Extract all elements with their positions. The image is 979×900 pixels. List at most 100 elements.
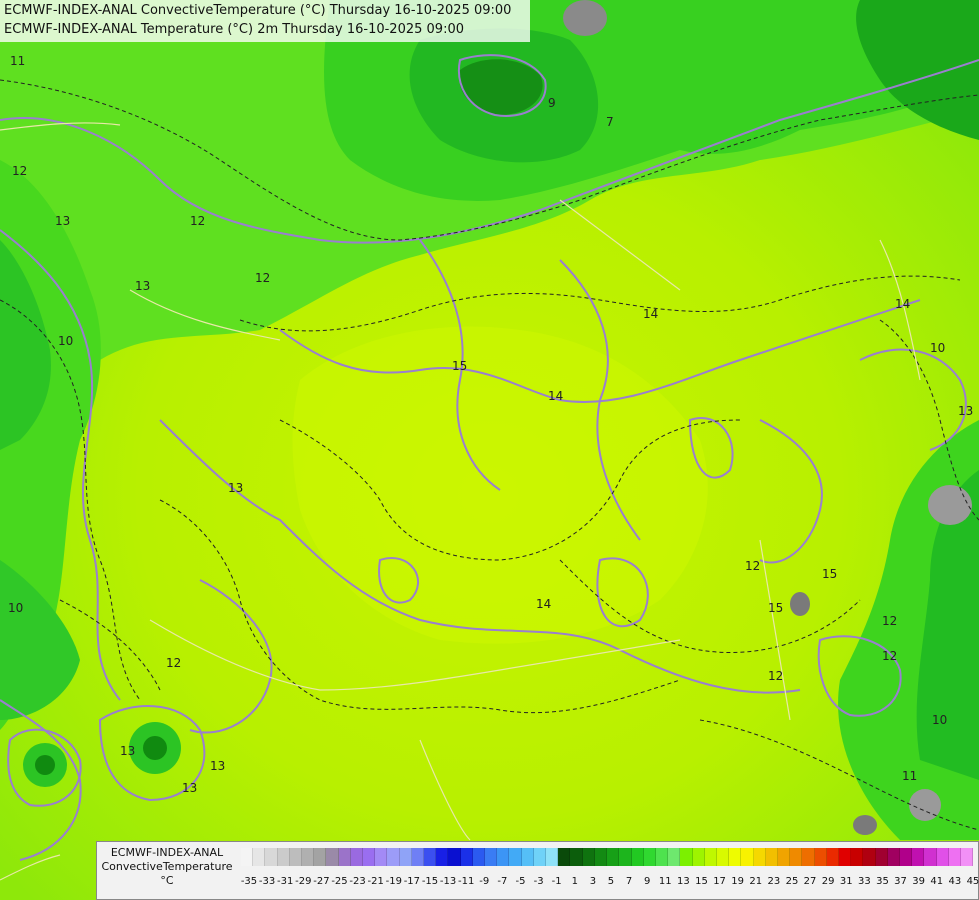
contour-label: 12 (190, 214, 205, 228)
legend-swatch (948, 848, 961, 866)
contour-label: 12 (12, 164, 27, 178)
legend-swatch (741, 848, 754, 866)
legend-swatch (814, 848, 827, 866)
legend-tick-label: 29 (821, 876, 835, 887)
legend-swatch (668, 848, 681, 866)
legend-swatch (765, 848, 778, 866)
legend-swatch (521, 848, 534, 866)
legend-swatch (302, 848, 315, 866)
contour-label: 14 (548, 389, 563, 403)
legend-tick-label: 5 (607, 876, 615, 887)
contour-label: 12 (882, 649, 897, 663)
legend-swatch (241, 848, 254, 866)
legend-swatch (777, 848, 791, 866)
legend-swatch (863, 848, 876, 866)
legend-ticks: -35 -33 -31 -29 -27 -25 -23 -21 -19 -17 -15 -13 -11-… (240, 876, 979, 890)
contour-label: 15 (452, 359, 467, 373)
legend-swatch (277, 848, 290, 866)
legend-swatch (472, 848, 486, 866)
legend-swatch (350, 848, 364, 866)
legend-tick-label: -13 (439, 876, 457, 887)
contour-label: 12 (166, 656, 181, 670)
legend-swatch (643, 848, 656, 866)
legend-swatch (790, 848, 803, 866)
contour-label: 14 (643, 307, 658, 321)
legend-tick-label: -7 (497, 876, 508, 887)
contour-label: 12 (882, 614, 897, 628)
contour-label: 15 (822, 567, 837, 581)
legend-swatch (692, 848, 705, 866)
contour-label: 13 (182, 781, 197, 795)
legend-swatch (338, 848, 351, 866)
legend-swatch (533, 848, 547, 866)
contour-label: 11 (10, 54, 25, 68)
legend-tick-label: 45 (966, 876, 979, 887)
legend-unit: °C (160, 874, 174, 887)
contour-label: 12 (255, 271, 270, 285)
contour-label: 13 (958, 404, 973, 418)
legend-swatch (582, 848, 595, 866)
legend-tick-label: 11 (658, 876, 672, 887)
peak-south (853, 815, 877, 835)
legend-swatch (619, 848, 632, 866)
legend-swatch (704, 848, 717, 866)
legend-swatch (399, 848, 412, 866)
weather-map[interactable]: 11 12 12 13 13 12 10 10 13 12 13 15 14 1… (0, 0, 979, 900)
legend-tick-label: 9 (643, 876, 651, 887)
legend-swatch (960, 848, 974, 866)
legend-swatch (594, 848, 608, 866)
legend-swatch (887, 848, 900, 866)
contour-label: 12 (768, 669, 783, 683)
legend-tick-label: 13 (676, 876, 690, 887)
legend-tick-label: -29 (295, 876, 312, 887)
legend-variable: ConvectiveTemperature (101, 860, 233, 873)
legend-swatch (546, 848, 559, 866)
legend-tick-label: 25 (785, 876, 799, 887)
legend-tick-label: -17 (403, 876, 421, 887)
legend-tick-label: -3 (533, 876, 544, 887)
legend-tick-label: 3 (589, 876, 597, 887)
legend-swatch (436, 848, 449, 866)
legend-swatch (326, 848, 339, 866)
legend-swatch (936, 848, 949, 866)
legend-swatch (826, 848, 839, 866)
legend-swatch (375, 848, 388, 866)
legend-swatch (289, 848, 303, 866)
contour-label: 13 (135, 279, 150, 293)
legend-swatch (680, 848, 693, 866)
contour-label: 7 (606, 115, 614, 129)
legend-tick-label: -1 (551, 876, 562, 887)
sw-cell-2-core (143, 736, 167, 760)
legend-swatch (924, 848, 937, 866)
title-line-1: ECMWF-INDEX-ANAL ConvectiveTemperature (… (4, 3, 512, 18)
contour-label: 14 (536, 597, 551, 611)
legend-swatch (411, 848, 425, 866)
contour-label: 13 (55, 214, 70, 228)
legend-swatch (899, 848, 913, 866)
legend-tick-label: -33 (258, 876, 276, 887)
legend-swatch (802, 848, 815, 866)
contour-label: 15 (768, 601, 783, 615)
legend-tick-label: -35 (240, 876, 258, 887)
legend-tick-label: 17 (713, 876, 726, 887)
legend-swatch (509, 848, 522, 866)
contour-label: 10 (8, 601, 23, 615)
legend-tick-label: 15 (695, 876, 708, 887)
legend-tick-label: 33 (857, 876, 871, 887)
legend-swatch (753, 848, 766, 866)
legend-tick-label: 27 (803, 876, 817, 887)
legend-tick-label: -15 (421, 876, 439, 887)
legend-swatch (570, 848, 583, 866)
legend-tick-label: -11 (458, 876, 475, 887)
legend-swatch (460, 848, 473, 866)
peak-southeast (909, 789, 941, 821)
peak-central-east (790, 592, 810, 616)
legend-tick-label: 37 (894, 876, 907, 887)
legend-tick-label: -25 (331, 876, 348, 887)
legend-swatch (485, 848, 498, 866)
legend-title: ECMWF-INDEX-ANAL ConvectiveTemperature °… (99, 846, 235, 888)
legend-tick-label: -19 (385, 876, 402, 887)
legend-swatch (851, 848, 864, 866)
color-legend: ECMWF-INDEX-ANAL ConvectiveTemperature °… (96, 841, 979, 900)
legend-swatch (363, 848, 376, 866)
